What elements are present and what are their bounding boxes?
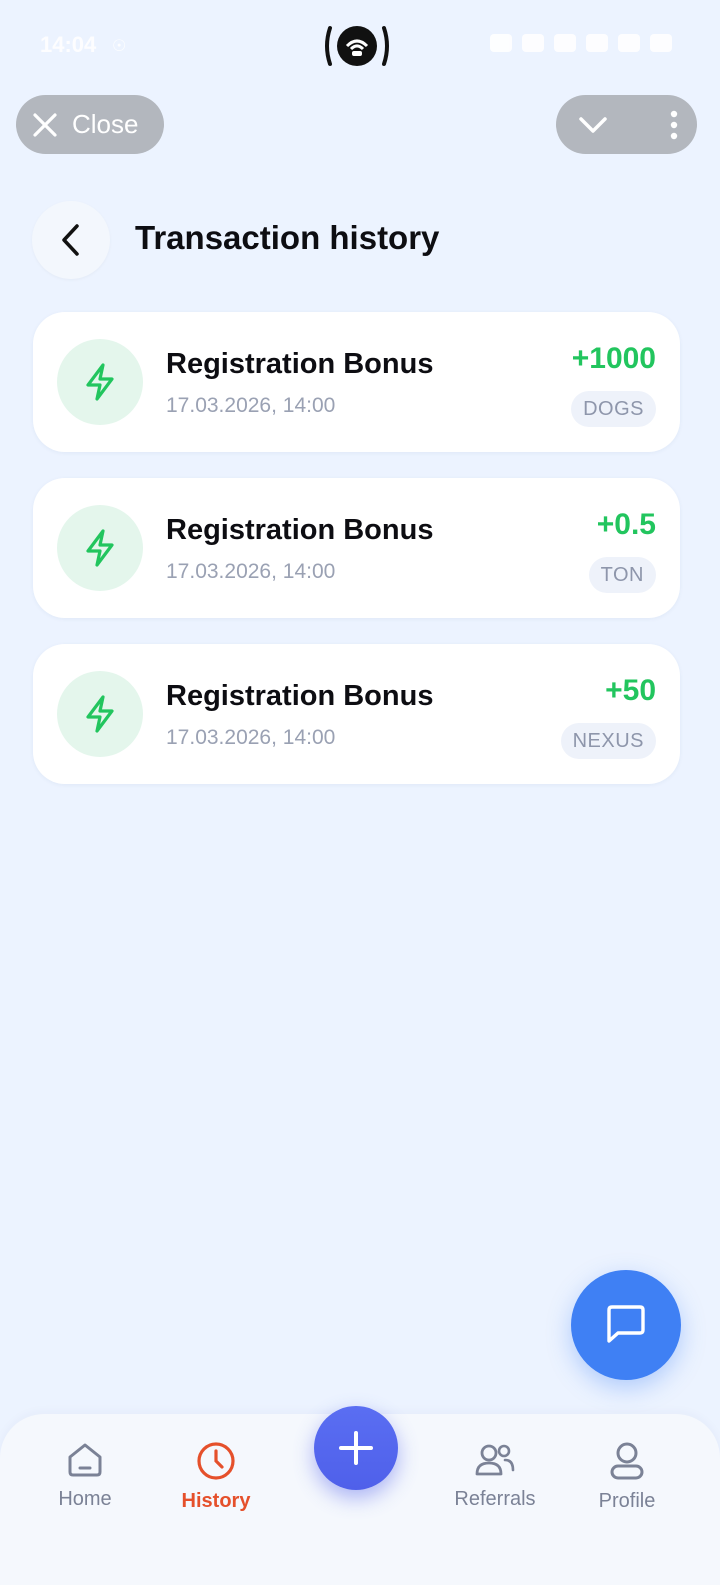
chevron-left-icon — [62, 224, 79, 256]
camera-cutout-icon — [325, 26, 389, 66]
tx-amount: +50 — [605, 674, 656, 707]
close-label: Close — [72, 109, 139, 139]
status-indicators — [490, 34, 672, 52]
more-vertical-icon[interactable] — [669, 110, 679, 140]
tx-date: 17.03.2026, 14:00 — [166, 394, 336, 417]
lightning-icon — [86, 529, 114, 567]
user-icon — [610, 1442, 644, 1480]
tx-icon-circle — [57, 671, 143, 757]
tx-title: Registration Bonus — [166, 514, 434, 546]
tx-token-badge: NEXUS — [560, 723, 656, 759]
key-icon: ☉ — [112, 38, 127, 55]
settings-status-icon — [522, 34, 544, 52]
nfc-icon — [490, 34, 512, 52]
tx-title: Registration Bonus — [166, 680, 434, 712]
signal-icon — [618, 34, 640, 52]
back-button[interactable] — [32, 201, 110, 279]
transaction-card[interactable]: Registration Bonus 17.03.2026, 14:00 +10… — [33, 312, 680, 452]
nav-history-label: History — [181, 1490, 251, 1512]
chat-button[interactable] — [571, 1270, 681, 1380]
close-button[interactable]: Close — [16, 95, 164, 154]
chat-icon — [607, 1305, 645, 1343]
tx-title: Registration Bonus — [166, 348, 434, 380]
tx-icon-circle — [57, 339, 143, 425]
tx-token-badge: TON — [588, 557, 656, 593]
menu-pill — [556, 95, 697, 154]
status-time: 14:04 — [40, 32, 97, 57]
tx-date: 17.03.2026, 14:00 — [166, 726, 336, 749]
mute-icon — [554, 34, 576, 52]
tx-icon-circle — [57, 505, 143, 591]
tx-date: 17.03.2026, 14:00 — [166, 560, 336, 583]
nav-referrals-label: Referrals — [454, 1488, 536, 1510]
tx-amount: +0.5 — [596, 508, 656, 541]
lightning-icon — [86, 695, 114, 733]
lightning-icon — [86, 363, 114, 401]
nav-profile-label: Profile — [598, 1490, 656, 1512]
clock-icon — [197, 1442, 235, 1480]
nav-history[interactable]: History — [156, 1440, 276, 1513]
nav-referrals[interactable]: Referrals — [435, 1440, 555, 1511]
transaction-card[interactable]: Registration Bonus 17.03.2026, 14:00 +0.… — [33, 478, 680, 618]
add-button[interactable] — [314, 1406, 398, 1490]
wifi-icon — [586, 34, 608, 52]
chevron-down-icon[interactable] — [578, 115, 608, 135]
status-bar: 14:04 ☉ — [0, 0, 720, 90]
page-title: Transaction history — [135, 219, 440, 256]
users-icon — [475, 1444, 515, 1476]
transaction-card[interactable]: Registration Bonus 17.03.2026, 14:00 +50… — [33, 644, 680, 784]
tx-token-badge: DOGS — [571, 391, 656, 427]
plus-icon — [339, 1431, 373, 1465]
home-icon — [68, 1443, 102, 1477]
battery-icon — [650, 34, 672, 52]
close-icon — [33, 112, 57, 137]
app-screen: 14:04 ☉ Close Transaction history Regist… — [0, 0, 720, 1585]
transaction-list: Registration Bonus 17.03.2026, 14:00 +10… — [33, 312, 680, 810]
tx-amount: +1000 — [571, 342, 656, 375]
nav-profile[interactable]: Profile — [567, 1440, 687, 1513]
nav-home-label: Home — [58, 1488, 112, 1510]
nav-home[interactable]: Home — [25, 1440, 145, 1511]
